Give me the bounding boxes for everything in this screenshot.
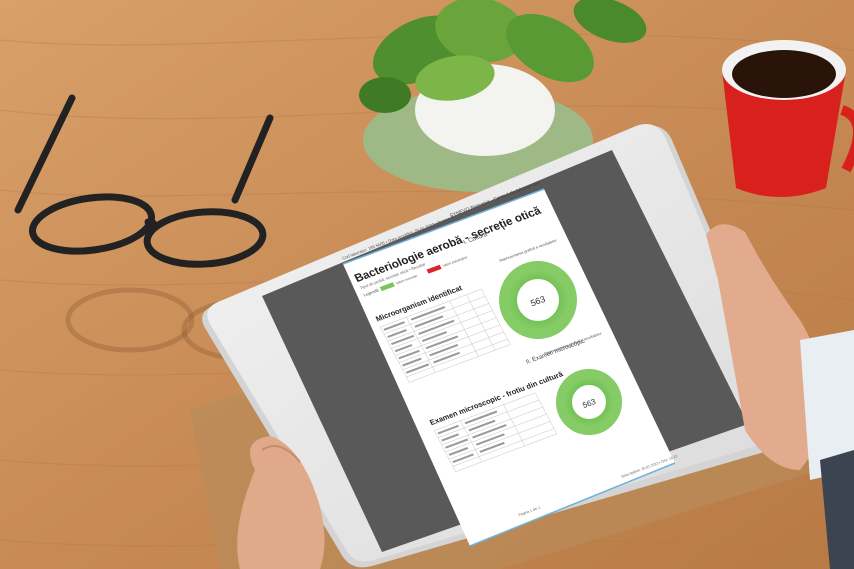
scene: Cod laborator: 185 5605 • Data recoltări… bbox=[0, 0, 854, 569]
